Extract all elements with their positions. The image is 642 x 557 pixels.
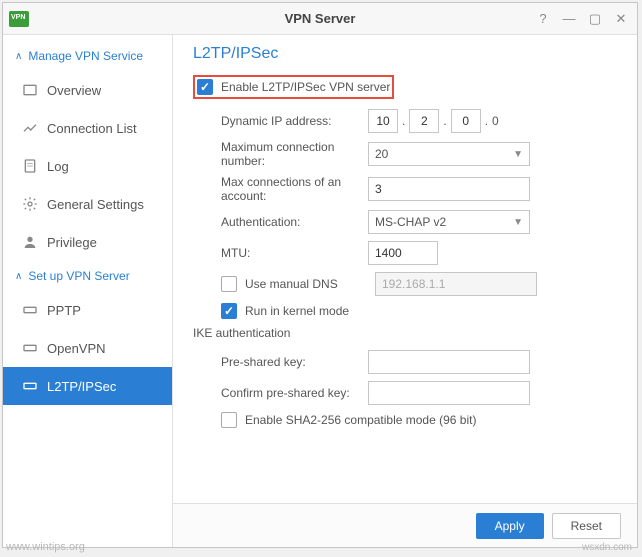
l2tp-icon [21, 377, 39, 395]
dynamic-ip-group: . . . 0 [368, 109, 499, 133]
manual-dns-checkbox[interactable] [221, 276, 237, 292]
psk-label: Pre-shared key: [193, 355, 368, 369]
psk2-label: Confirm pre-shared key: [193, 386, 368, 400]
openvpn-icon [21, 339, 39, 357]
titlebar: VPN Server ? — ▢ ✕ [3, 3, 637, 35]
sidebar-item-connection-list[interactable]: Connection List [3, 109, 172, 147]
footer-bar: Apply Reset [173, 503, 637, 547]
enable-highlight: Enable L2TP/IPSec VPN server [193, 75, 394, 99]
chevron-down-icon: ▼ [513, 217, 523, 228]
chevron-up-icon: ∧ [15, 271, 22, 282]
help-icon[interactable]: ? [533, 9, 553, 29]
minimize-icon[interactable]: — [559, 9, 579, 29]
pptp-icon [21, 301, 39, 319]
log-icon [21, 157, 39, 175]
apply-button[interactable]: Apply [476, 513, 544, 539]
watermark: www.wintips.org [6, 541, 85, 553]
main-panel: L2TP/IPSec Enable L2TP/IPSec VPN server … [173, 35, 637, 547]
sidebar-item-openvpn[interactable]: OpenVPN [3, 329, 172, 367]
sidebar-item-overview[interactable]: Overview [3, 71, 172, 109]
ip-octet-1[interactable] [368, 109, 398, 133]
overview-icon [21, 81, 39, 99]
watermark-2: wsxdn.com [582, 542, 632, 553]
psk-confirm-input[interactable] [368, 381, 530, 405]
page-title: L2TP/IPSec [193, 45, 617, 63]
max-acct-label: Max connections of an account: [193, 175, 368, 203]
sidebar-item-privilege[interactable]: Privilege [3, 223, 172, 261]
max-conn-select[interactable]: 20 ▼ [368, 142, 530, 166]
mtu-label: MTU: [193, 246, 368, 260]
sidebar-item-log[interactable]: Log [3, 147, 172, 185]
kernel-label: Run in kernel mode [245, 304, 349, 318]
manual-dns-input [375, 272, 537, 296]
kernel-checkbox[interactable] [221, 303, 237, 319]
sidebar-item-pptp[interactable]: PPTP [3, 291, 172, 329]
max-acct-input[interactable] [368, 177, 530, 201]
auth-select[interactable]: MS-CHAP v2 ▼ [368, 210, 530, 234]
mtu-input[interactable] [368, 241, 438, 265]
enable-checkbox[interactable] [197, 79, 213, 95]
sidebar-item-general-settings[interactable]: General Settings [3, 185, 172, 223]
psk-input[interactable] [368, 350, 530, 374]
vpn-server-window: VPN Server ? — ▢ ✕ ∧ Manage VPN Service … [2, 2, 638, 548]
ike-section-label: IKE authentication [193, 326, 617, 340]
chevron-down-icon: ▼ [513, 149, 523, 160]
sidebar: ∧ Manage VPN Service Overview Connection… [3, 35, 173, 547]
auth-label: Authentication: [193, 215, 368, 229]
dynamic-ip-label: Dynamic IP address: [193, 114, 368, 128]
reset-button[interactable]: Reset [552, 513, 621, 539]
max-conn-label: Maximum connection number: [193, 140, 368, 168]
sidebar-section-setup[interactable]: ∧ Set up VPN Server [3, 261, 172, 291]
maximize-icon[interactable]: ▢ [585, 9, 605, 29]
connection-icon [21, 119, 39, 137]
user-icon [21, 233, 39, 251]
ip-octet-3[interactable] [451, 109, 481, 133]
manual-dns-label: Use manual DNS [245, 277, 375, 291]
sha2-checkbox[interactable] [221, 412, 237, 428]
enable-label: Enable L2TP/IPSec VPN server [221, 80, 390, 94]
sidebar-section-manage[interactable]: ∧ Manage VPN Service [3, 41, 172, 71]
ip-octet-4: 0 [492, 114, 499, 128]
close-icon[interactable]: ✕ [611, 9, 631, 29]
sidebar-item-l2tp[interactable]: L2TP/IPSec [3, 367, 172, 405]
sha2-label: Enable SHA2-256 compatible mode (96 bit) [245, 413, 476, 427]
gear-icon [21, 195, 39, 213]
chevron-up-icon: ∧ [15, 51, 22, 62]
ip-octet-2[interactable] [409, 109, 439, 133]
